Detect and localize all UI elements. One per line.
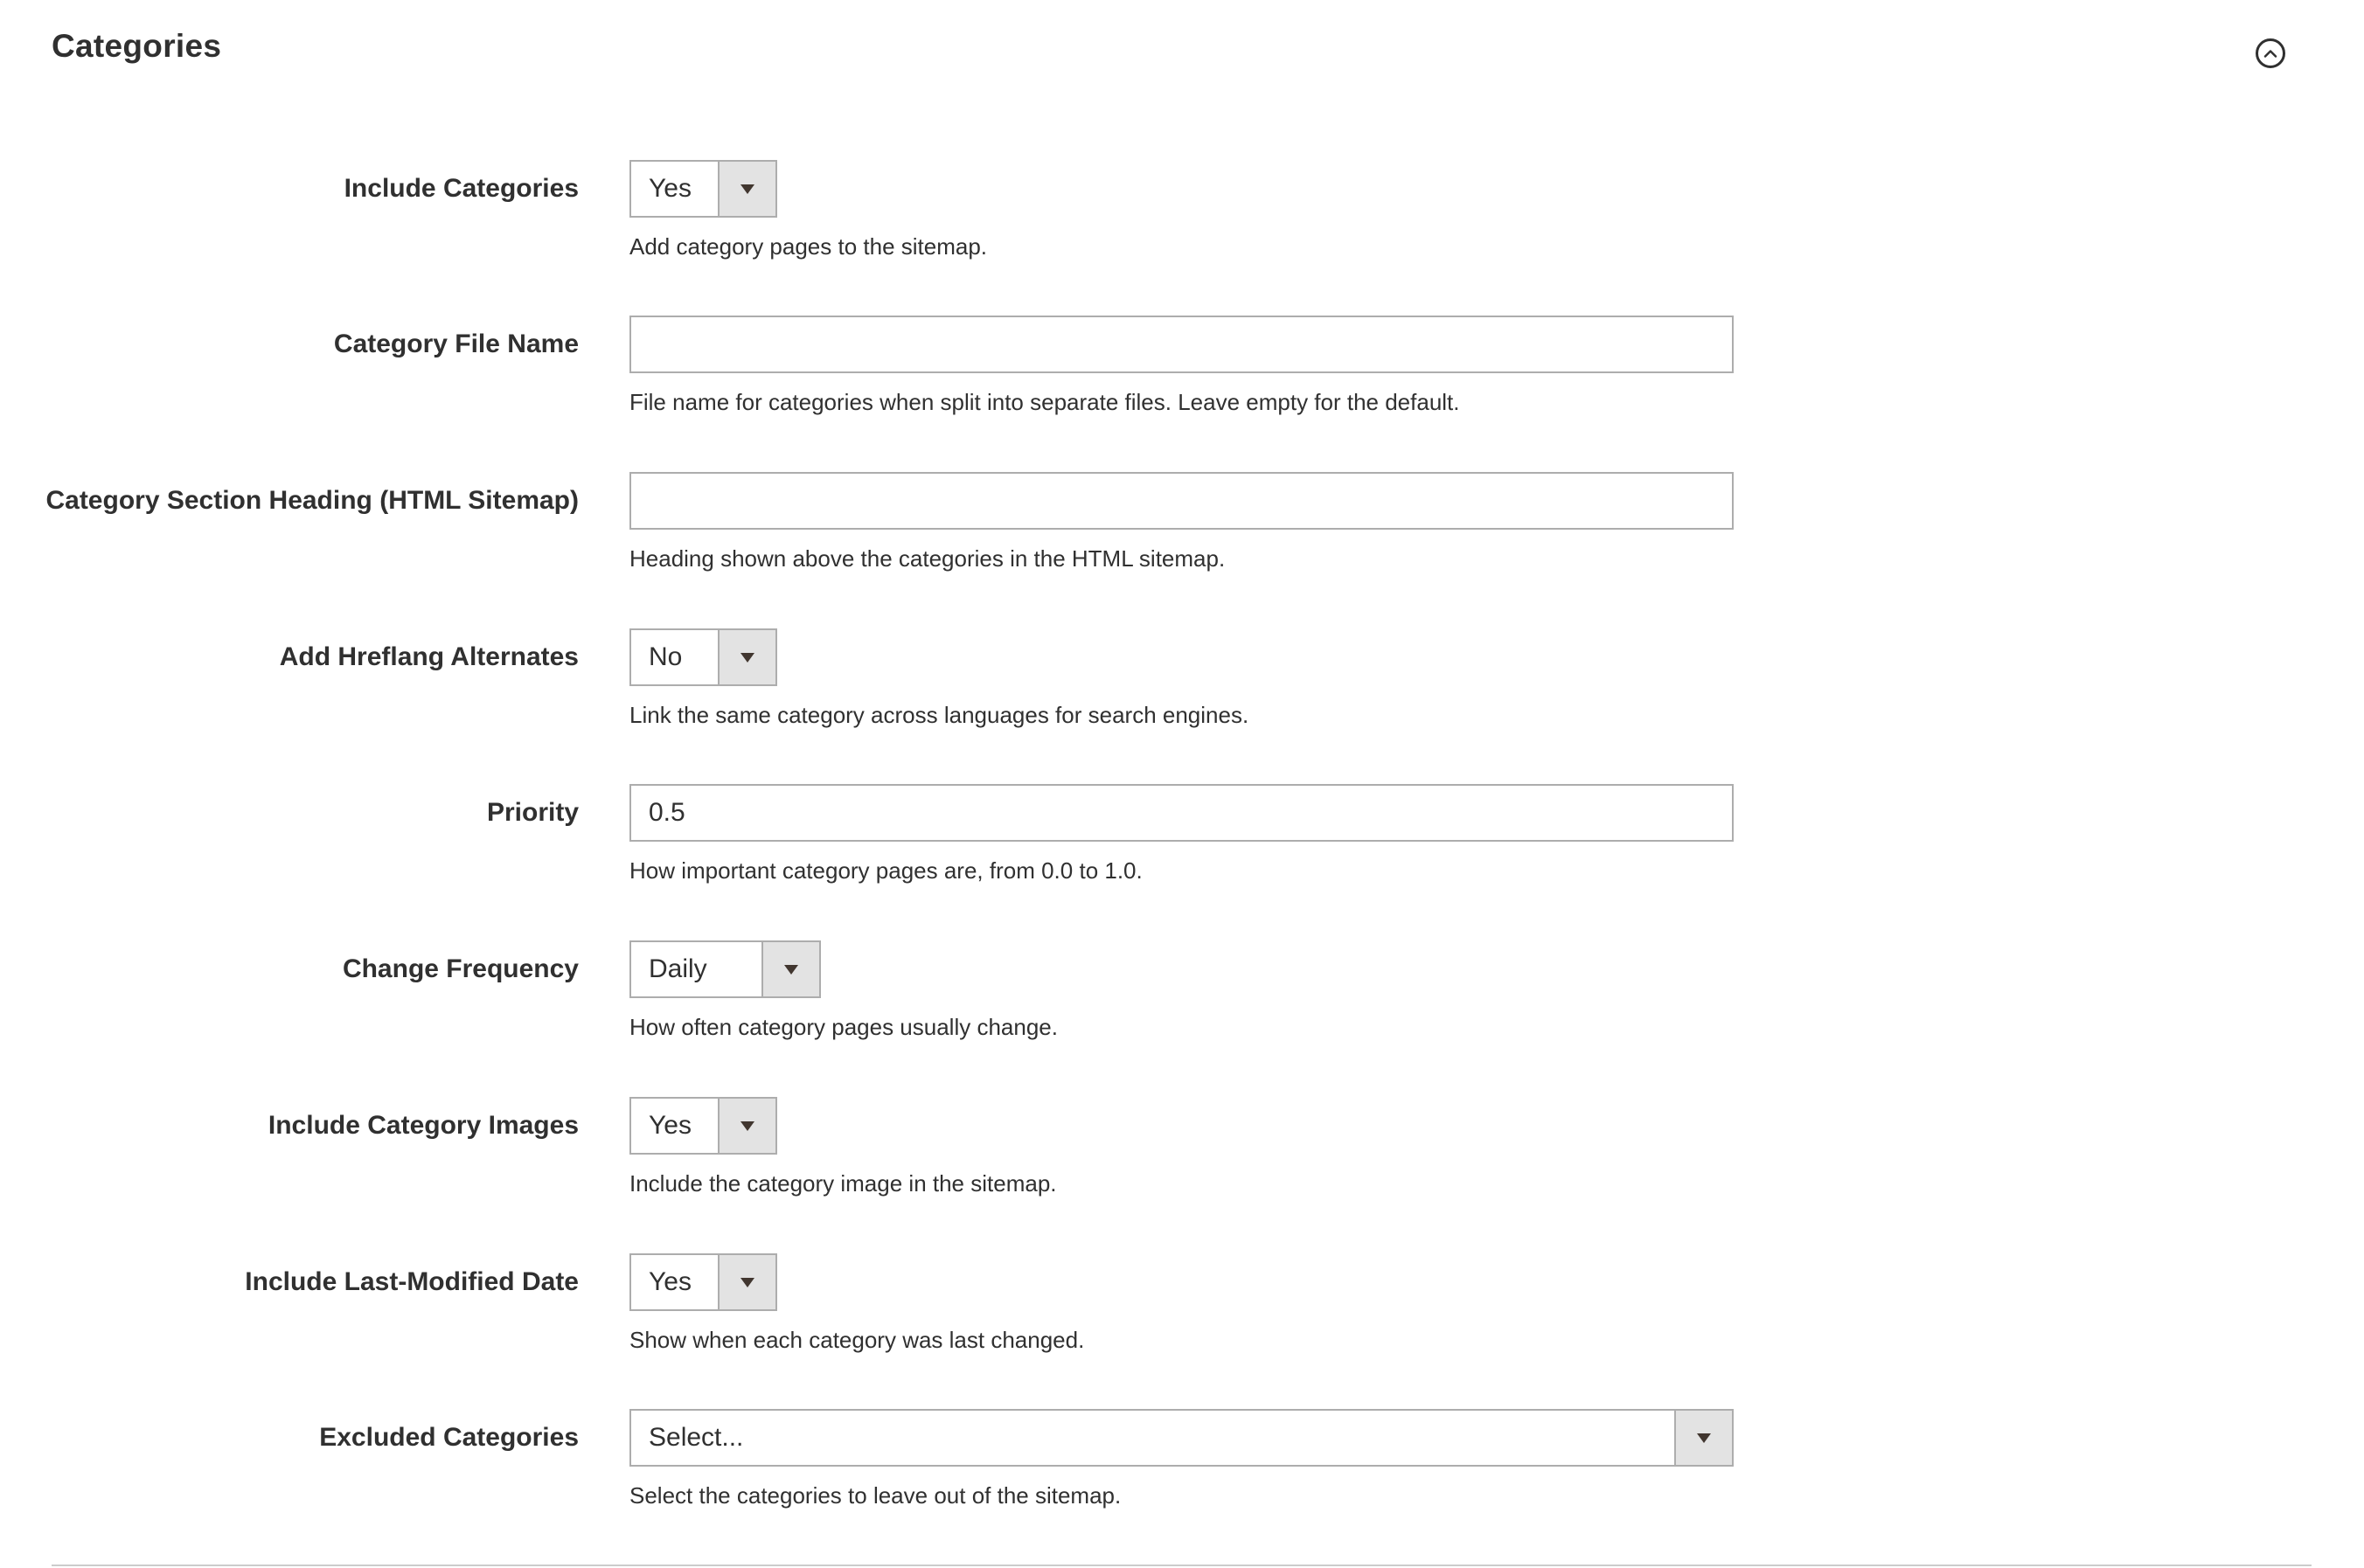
field-label: Change Frequency bbox=[342, 954, 579, 983]
field-note: Add category pages to the sitemap. bbox=[629, 233, 988, 260]
field-note: Select the categories to leave out of th… bbox=[629, 1482, 1122, 1509]
field-label: Include Categories bbox=[344, 174, 579, 203]
select-value: No bbox=[649, 642, 683, 671]
field-label: Add Hreflang Alternates bbox=[279, 642, 579, 671]
field-label: Include Category Images bbox=[268, 1111, 579, 1140]
excluded-categories-select[interactable]: Select... bbox=[629, 1409, 1734, 1467]
select-value: Yes bbox=[649, 1267, 692, 1296]
dropdown-toggle[interactable] bbox=[718, 1255, 775, 1309]
field-label: Category File Name bbox=[333, 330, 579, 358]
include-last-modified-select[interactable]: Yes bbox=[629, 1253, 777, 1311]
priority-input[interactable] bbox=[629, 784, 1734, 842]
include-category-images-select[interactable]: Yes bbox=[629, 1097, 777, 1155]
field-note: How often category pages usually change. bbox=[629, 1014, 1058, 1040]
select-value: Select... bbox=[649, 1423, 744, 1452]
dropdown-toggle[interactable] bbox=[718, 162, 775, 216]
section-title: Categories bbox=[52, 28, 222, 64]
caret-down-icon bbox=[740, 1277, 754, 1287]
field-note: Show when each category was last changed… bbox=[629, 1327, 1085, 1353]
select-value: Yes bbox=[649, 174, 692, 203]
caret-down-icon bbox=[784, 964, 798, 975]
add-hreflang-select[interactable]: No bbox=[629, 628, 777, 686]
field-label: Priority bbox=[486, 798, 579, 827]
field-note: How important category pages are, from 0… bbox=[629, 857, 1143, 884]
section-divider bbox=[52, 1565, 2312, 1566]
field-note: Heading shown above the categories in th… bbox=[629, 545, 1226, 572]
dropdown-toggle[interactable] bbox=[761, 942, 819, 996]
include-categories-select[interactable]: Yes bbox=[629, 160, 777, 218]
field-label: Excluded Categories bbox=[319, 1423, 579, 1452]
dropdown-toggle[interactable] bbox=[718, 1099, 775, 1153]
config-page: Categories Include Categories Yes Add ca… bbox=[0, 0, 2364, 1568]
field-label: Include Last-Modified Date bbox=[245, 1267, 579, 1296]
field-label: Category Section Heading (HTML Sitemap) bbox=[45, 486, 579, 515]
dropdown-toggle[interactable] bbox=[1674, 1411, 1732, 1465]
field-note: File name for categories when split into… bbox=[629, 389, 1460, 415]
category-section-heading-input[interactable] bbox=[629, 472, 1734, 530]
field-note: Include the category image in the sitema… bbox=[629, 1170, 1057, 1197]
category-file-name-input[interactable] bbox=[629, 316, 1734, 373]
collapse-section-button[interactable] bbox=[2256, 38, 2285, 68]
caret-down-icon bbox=[1697, 1433, 1711, 1443]
dropdown-toggle[interactable] bbox=[718, 630, 775, 684]
caret-down-icon bbox=[740, 184, 754, 194]
select-value: Yes bbox=[649, 1111, 692, 1140]
select-value: Daily bbox=[649, 954, 707, 983]
caret-down-icon bbox=[740, 1120, 754, 1131]
chevron-up-icon bbox=[2263, 50, 2277, 58]
field-note: Link the same category across languages … bbox=[629, 702, 1249, 728]
caret-down-icon bbox=[740, 652, 754, 663]
change-frequency-select[interactable]: Daily bbox=[629, 940, 821, 998]
